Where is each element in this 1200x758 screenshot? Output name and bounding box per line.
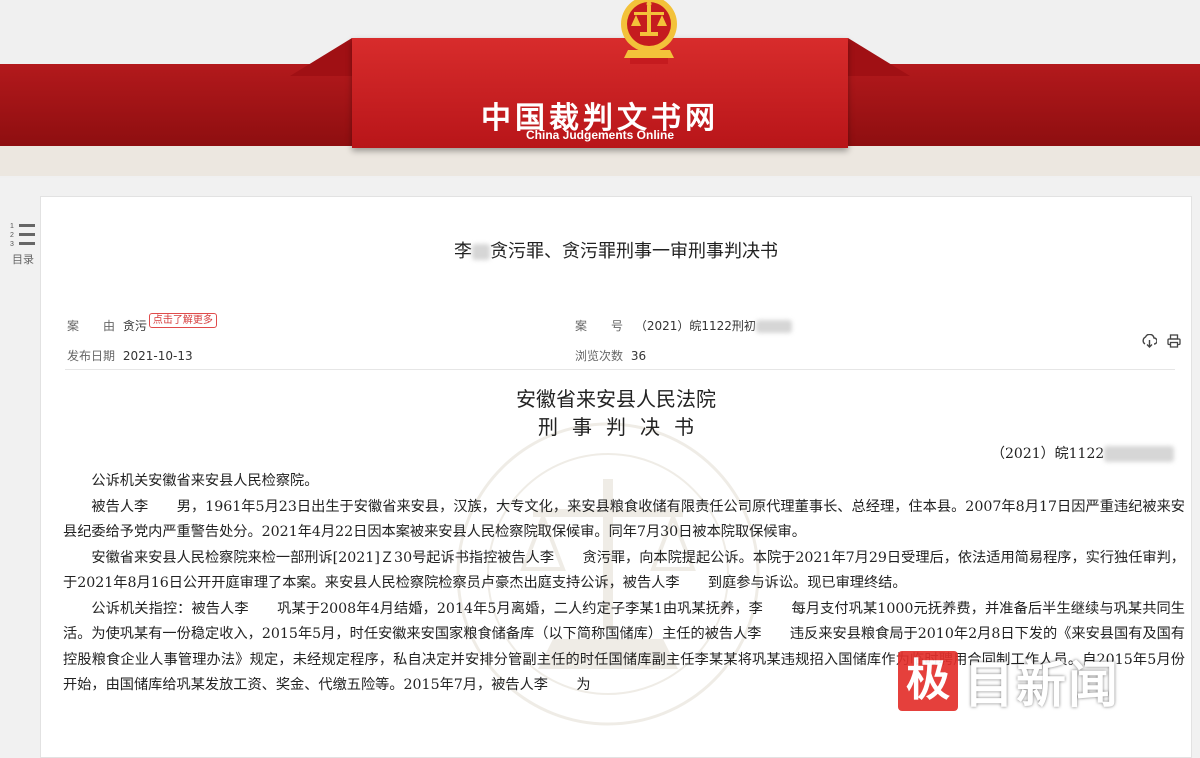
- redacted-case-no: [755, 320, 792, 333]
- paragraph: 安徽省来安县人民检察院来检一部刑诉[2021]Ｚ30号起诉书指控被告人李 贪污罪…: [63, 549, 1185, 592]
- paragraph: 被告人李 男，1961年5月23日出生于安徽省来安县，汉族，大专文化，来安县粮食…: [63, 498, 1185, 541]
- meta-case-no: 案 号 （2021）皖1122刑初: [575, 317, 792, 334]
- paragraph: 公诉机关安徽省来安县人民检察院。: [91, 473, 319, 489]
- download-icon[interactable]: [1142, 333, 1158, 352]
- document-tools: [1137, 333, 1181, 352]
- meta-cause: 案 由 贪污 点击了解更多: [67, 313, 217, 334]
- news-logo-text: 目新闻: [964, 656, 1120, 714]
- case-number: （2021）皖1122: [991, 443, 1175, 463]
- header-band-shadow: [0, 146, 1200, 176]
- case-number-text: （2021）皖1122: [991, 446, 1105, 462]
- catalog-label: 目录: [12, 253, 34, 266]
- redacted-name: [472, 244, 490, 260]
- meta-case-no-label: 案 号: [575, 319, 624, 333]
- meta-divider: [65, 369, 1175, 370]
- meta-case-no-value: （2021）皖1122刑初: [634, 319, 756, 333]
- flag-wing-left: [290, 38, 352, 76]
- meta-publish-date: 发布日期 2021-10-13: [67, 347, 193, 364]
- meta-cause-value: 贪污: [122, 319, 147, 333]
- flag-wing-right: [848, 38, 910, 76]
- document-title: 李贪污罪、贪污罪刑事一审刑事判决书: [41, 237, 1191, 263]
- court-name: 安徽省来安县人民法院: [516, 387, 716, 411]
- news-logo-box: 极: [898, 651, 958, 711]
- site-title-en: China Judgements Online: [525, 128, 675, 142]
- meta-cause-label: 案 由: [67, 319, 116, 333]
- print-icon[interactable]: [1167, 333, 1181, 352]
- site-header: 中国裁判文书网 China Judgements Online: [0, 0, 1200, 178]
- news-logo: 极 目新闻: [898, 650, 1120, 714]
- court-emblem-icon: [621, 0, 677, 64]
- judgement-type: 刑事判决书: [538, 415, 708, 439]
- catalog-toggle[interactable]: 1 2 3 目录: [6, 222, 40, 267]
- list-icon: 1 2 3: [10, 222, 36, 250]
- title-prefix: 李: [454, 241, 472, 262]
- meta-views-label: 浏览次数: [575, 349, 624, 363]
- meta-views: 浏览次数 36: [575, 347, 646, 364]
- meta-publish-label: 发布日期: [67, 349, 116, 363]
- title-suffix: 贪污罪、贪污罪刑事一审刑事判决书: [490, 241, 778, 262]
- meta-publish-value: 2021-10-13: [122, 349, 193, 363]
- meta-views-value: 36: [630, 349, 647, 363]
- learn-more-tag[interactable]: 点击了解更多: [148, 313, 217, 328]
- redacted-case-number: [1104, 446, 1175, 462]
